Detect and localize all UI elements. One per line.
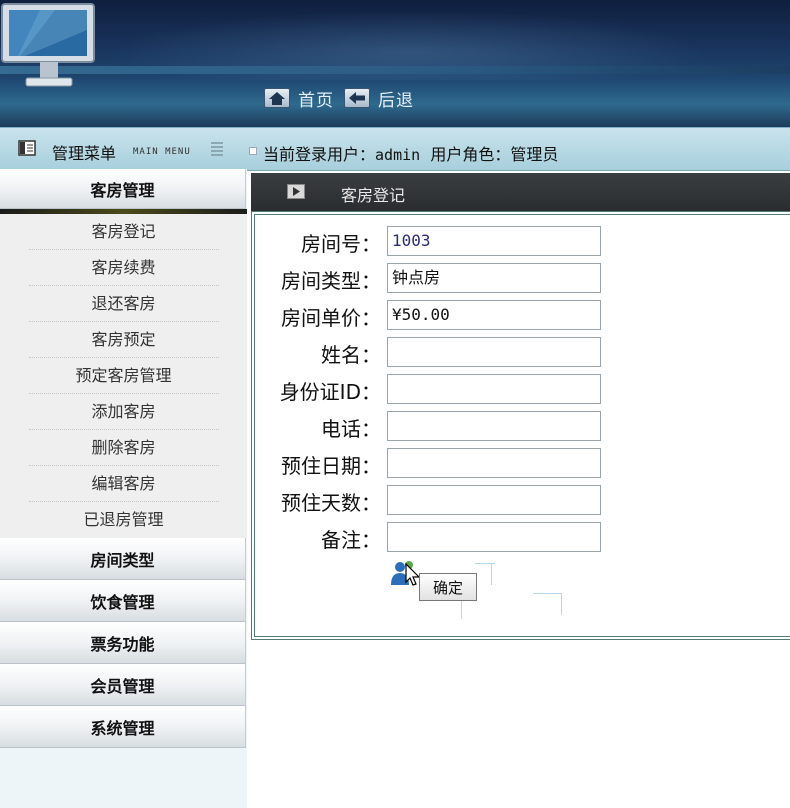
sidebar-group-room-type[interactable]: 房间类型	[0, 538, 246, 580]
menu-toggle-icon[interactable]	[18, 140, 36, 156]
group-label: 票务功能	[90, 634, 155, 654]
menu-subtitle: MAIN MENU	[133, 147, 191, 157]
sidebar-item-delete-room[interactable]: 删除客房	[28, 430, 219, 466]
id-card-input[interactable]	[387, 374, 601, 404]
decorative-line	[533, 593, 561, 594]
group-label: 客房管理	[90, 180, 155, 200]
room-type-input[interactable]: 钟点房	[387, 263, 601, 293]
banner-strip	[0, 66, 790, 74]
login-role: 管理员	[510, 145, 559, 164]
decorative-line	[561, 593, 562, 615]
field-id-card: 身份证ID：	[255, 374, 601, 404]
home-icon	[264, 88, 290, 108]
field-checkin-date: 预住日期：	[255, 448, 601, 478]
name-input[interactable]	[387, 337, 601, 367]
room-number-input[interactable]: 1003	[387, 226, 601, 256]
menu-title: 管理菜单	[52, 144, 117, 163]
name-label: 姓名：	[321, 343, 381, 367]
role-prefix: 用户角色：	[430, 145, 511, 164]
field-room-price: 房间单价： ¥50.00	[255, 300, 601, 330]
field-room-number: 房间号： 1003	[255, 226, 601, 256]
sidebar-item-room-reserve[interactable]: 客房预定	[28, 322, 219, 358]
checkin-form: 房间号： 1003 房间类型： 钟点房 房间单价： ¥50.00 姓名： 身份证…	[251, 211, 790, 640]
field-phone: 电话：	[255, 411, 601, 441]
monitor-logo-icon	[1, 3, 95, 87]
room-price-label: 房间单价：	[281, 306, 381, 330]
remarks-label: 备注：	[321, 528, 381, 552]
remarks-input[interactable]	[387, 522, 601, 552]
content-header: 客房登记	[251, 173, 790, 211]
sidebar-item-checkout-manage[interactable]: 已退房管理	[29, 502, 219, 538]
group-label: 会员管理	[90, 676, 155, 696]
home-label: 首页	[298, 90, 334, 111]
menu-lines-icon	[211, 142, 223, 156]
play-icon	[287, 184, 305, 199]
sidebar-submenu: 客房登记 客房续费 退还客房 客房预定 预定客房管理 添加客房 删除客房 编辑客…	[0, 214, 247, 538]
sidebar-item-room-renew[interactable]: 客房续费	[28, 250, 219, 286]
stay-days-label: 预住天数：	[281, 491, 381, 515]
field-remarks: 备注：	[255, 522, 601, 552]
login-info: 当前登录用户：admin 用户角色：管理员	[263, 141, 558, 165]
sidebar-item-room-checkin[interactable]: 客房登记	[28, 214, 219, 250]
home-button[interactable]: 首页	[264, 86, 334, 111]
group-label: 系统管理	[90, 718, 155, 738]
confirm-button[interactable]: 确定	[419, 573, 477, 601]
sidebar-group-members[interactable]: 会员管理	[0, 664, 246, 706]
field-room-type: 房间类型： 钟点房	[255, 263, 601, 293]
sidebar-group-dining[interactable]: 饮食管理	[0, 580, 246, 622]
field-name: 姓名：	[255, 337, 601, 367]
sidebar-item-reservation-manage[interactable]: 预定客房管理	[28, 358, 219, 394]
top-banner: 首页 后退	[0, 0, 790, 127]
sidebar-group-system[interactable]: 系统管理	[0, 706, 246, 748]
sidebar: 客房管理 客房登记 客房续费 退还客房 客房预定 预定客房管理 添加客房 删除客…	[0, 169, 247, 808]
submit-area: 确定	[387, 559, 507, 609]
sidebar-item-add-room[interactable]: 添加客房	[28, 394, 219, 430]
room-price-input[interactable]: ¥50.00	[387, 300, 601, 330]
sidebar-item-room-return[interactable]: 退还客房	[28, 286, 219, 322]
bullet-icon	[249, 147, 257, 155]
login-username: admin	[375, 146, 421, 164]
id-card-label: 身份证ID：	[279, 380, 381, 404]
checkin-date-label: 预住日期：	[281, 454, 381, 478]
phone-label: 电话：	[321, 417, 381, 441]
room-number-label: 房间号：	[301, 232, 381, 256]
back-button[interactable]: 后退	[344, 86, 414, 111]
group-label: 房间类型	[90, 550, 155, 570]
top-nav: 首页 后退	[264, 86, 424, 111]
checkin-date-input[interactable]	[387, 448, 601, 478]
sidebar-group-ticketing[interactable]: 票务功能	[0, 622, 246, 664]
status-bar: 管理菜单 MAIN MENU 当前登录用户：admin 用户角色：管理员	[0, 127, 790, 171]
page-title: 客房登记	[341, 186, 406, 205]
field-stay-days: 预住天数：	[255, 485, 601, 515]
sidebar-item-edit-room[interactable]: 编辑客房	[28, 466, 219, 502]
phone-input[interactable]	[387, 411, 601, 441]
stay-days-input[interactable]	[387, 485, 601, 515]
room-type-label: 房间类型：	[281, 269, 381, 293]
back-label: 后退	[378, 90, 414, 111]
back-arrow-icon	[344, 88, 370, 108]
login-prefix: 当前登录用户：	[263, 145, 376, 164]
sidebar-group-room-management[interactable]: 客房管理	[0, 169, 246, 209]
group-label: 饮食管理	[90, 592, 155, 612]
